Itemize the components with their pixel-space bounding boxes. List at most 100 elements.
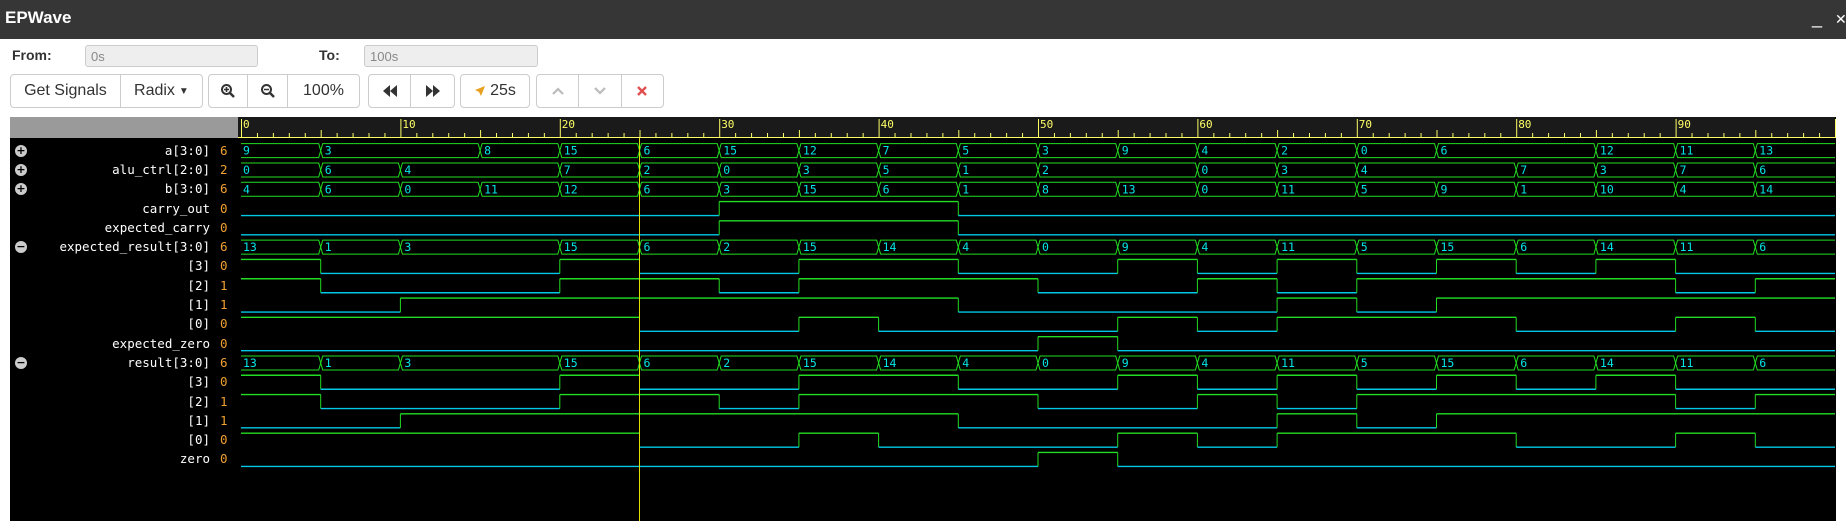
bus-segment [718,181,800,197]
bus-segment [1435,143,1597,159]
bus-segment [1754,239,1835,255]
bus-value-label: 12 [564,182,578,196]
expand-icon[interactable]: + [15,183,27,196]
from-label: From: [12,47,52,63]
bus-value-label: 15 [564,356,578,370]
bus-value-label: 3 [1042,144,1049,158]
collapse-icon[interactable]: − [15,356,27,369]
signal-name[interactable]: [2] [187,394,210,409]
bus-segment [1356,143,1438,159]
signal-value: 0 [220,374,228,390]
bus-value-label: 0 [723,163,730,177]
signal-name[interactable]: a[3:0] [165,143,210,158]
cursor-time: 25s [490,82,516,99]
to-input[interactable] [364,45,538,67]
bus-value-label: 9 [1122,356,1129,370]
bus-value-label: 1 [962,163,969,177]
bus-value-label: 9 [1122,240,1129,254]
bus-segment [241,181,322,197]
move-up-button[interactable] [537,75,580,107]
signal-name[interactable]: [1] [187,297,210,312]
bus-value-label: 3 [325,144,332,158]
signal-value: 6 [220,354,228,370]
signal-name[interactable]: result[3:0] [127,355,210,370]
signal-name[interactable]: [3] [187,374,210,389]
remove-signal-button[interactable] [622,75,663,107]
move-down-button[interactable] [579,75,622,107]
bus-value-label: 11 [1281,240,1295,254]
bus-value-label: 2 [723,240,730,254]
rewind-button[interactable] [369,75,412,107]
bus-segment [1117,355,1198,371]
signal-value: 0 [220,258,228,274]
bus-value-label: 0 [1042,356,1049,370]
bus-value-label: 14 [883,240,897,254]
waveform-panel[interactable]: 0 10 20 30 40 50 60 70 80 90 9 3 8 15 6 15 12 7 5 3 9 4 2 0 6 12 1… [10,117,1836,521]
cursor-time-button[interactable]: 25s [461,75,529,107]
bus-segment [1515,355,1597,371]
minimize-button[interactable]: _ [1812,8,1822,29]
signal-name[interactable]: [1] [187,413,210,428]
bus-segment [1037,355,1119,371]
bus-value-label: 4 [1201,144,1208,158]
bus-segment [957,181,1039,197]
bus-segment [1356,239,1438,255]
signal-value: 0 [220,432,228,448]
app-title: EPWave [5,8,72,27]
bus-segment [479,143,561,159]
bus-value-label: 4 [1680,182,1687,196]
signal-name[interactable]: alu_ctrl[2:0] [112,162,210,177]
ruler-label: 70 [1359,118,1372,131]
signal-name[interactable]: [0] [187,316,210,331]
signal-name[interactable]: zero [180,451,210,466]
bus-value-label: 5 [962,144,969,158]
zoom-out-icon [260,84,275,98]
bus-segment [399,162,561,178]
zoom-level-button[interactable]: 100% [288,75,359,107]
zoom-in-button[interactable] [209,75,249,107]
signal-name[interactable]: [3] [187,258,210,273]
signal-name[interactable]: expected_result[3:0] [59,239,210,254]
expand-icon[interactable]: + [15,144,27,157]
bus-segment [638,143,720,159]
bus-value-label: 14 [1600,356,1614,370]
bus-segment [878,143,959,159]
bus-segment [1515,239,1597,255]
collapse-icon[interactable]: − [15,241,27,254]
bus-value-label: 4 [1201,356,1208,370]
bus-segment [1196,355,1278,371]
bus-segment [241,162,322,178]
bus-value-label: 6 [1441,144,1448,158]
bus-segment [399,355,561,371]
bus-value-label: 6 [325,163,332,177]
signal-value: 6 [220,142,228,158]
fast-forward-button[interactable] [411,75,454,107]
ruler-label: 90 [1678,118,1691,131]
signal-name[interactable]: [0] [187,432,210,447]
signal-edit-group [536,74,664,108]
expand-icon[interactable]: + [15,163,27,176]
radix-dropdown[interactable]: Radix ▼ [121,75,202,107]
signal-name[interactable]: [2] [187,278,210,293]
close-window-button[interactable]: ✕ [1835,11,1846,28]
bus-segment [320,143,481,159]
bus-value-label: 13 [1759,144,1773,158]
rewind-icon [382,85,397,97]
from-input[interactable] [85,45,258,67]
bus-value-label: 15 [1441,240,1455,254]
bus-value-label: 8 [484,144,491,158]
bus-segment [1675,181,1756,197]
signal-name[interactable]: carry_out [142,201,210,216]
signal-name[interactable]: expected_carry [105,220,210,235]
waveform-canvas[interactable]: 0 10 20 30 40 50 60 70 80 909 3 8 15 6 15 12 7 5 3 9 4 2 0 6 12 1… [10,117,1836,521]
bus-value-label: 4 [962,240,969,254]
bus-value-label: 10 [1600,182,1614,196]
get-signals-button[interactable]: Get Signals [11,75,121,107]
signal-name[interactable]: b[3:0] [165,181,210,196]
signal-name[interactable]: expected_zero [112,336,210,351]
bus-value-label: 6 [644,356,651,370]
bus-value-label: 12 [803,144,817,158]
zoom-out-button[interactable] [248,75,288,107]
bus-value-label: 4 [962,356,969,370]
bus-value-label: 4 [1361,163,1368,177]
